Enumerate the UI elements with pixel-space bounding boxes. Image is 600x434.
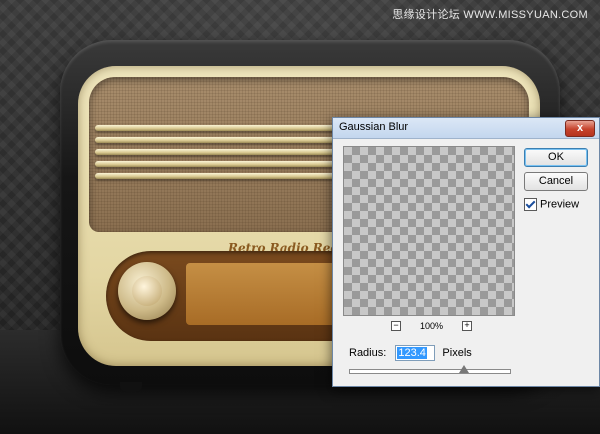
dialog-titlebar[interactable]: Gaussian Blur x <box>333 118 599 139</box>
volume-knob <box>118 262 176 320</box>
radius-input[interactable]: 123.4 <box>395 345 436 361</box>
watermark-text: 思缘设计论坛 WWW.MISSYUAN.COM <box>392 9 588 21</box>
radius-label: Radius: <box>349 346 387 359</box>
radius-row: Radius: 123.4 Pixels <box>349 345 472 361</box>
zoom-percent: 100% <box>420 320 444 331</box>
preview-label: Preview <box>540 198 580 211</box>
blur-preview-area[interactable] <box>343 146 515 316</box>
preview-checkbox[interactable] <box>524 198 537 211</box>
preview-option[interactable]: Preview <box>524 198 579 211</box>
cancel-button[interactable]: Cancel <box>524 172 588 191</box>
zoom-in-button[interactable]: + <box>462 320 473 331</box>
volume-knob-cap <box>132 276 162 306</box>
radius-slider-track[interactable] <box>349 369 511 374</box>
radius-slider-thumb[interactable] <box>459 365 470 373</box>
close-icon: x <box>576 122 584 134</box>
ok-button[interactable]: OK <box>524 148 588 167</box>
gaussian-blur-dialog: Gaussian Blur x OK Cancel Preview − 100%… <box>332 117 600 387</box>
radius-value: 123.4 <box>397 347 427 359</box>
radius-unit: Pixels <box>442 346 472 359</box>
radio-foot <box>120 382 142 392</box>
dialog-title: Gaussian Blur <box>339 121 409 133</box>
close-button[interactable]: x <box>565 120 595 137</box>
zoom-out-button[interactable]: − <box>391 320 401 331</box>
zoom-controls: − 100% + <box>391 320 473 331</box>
